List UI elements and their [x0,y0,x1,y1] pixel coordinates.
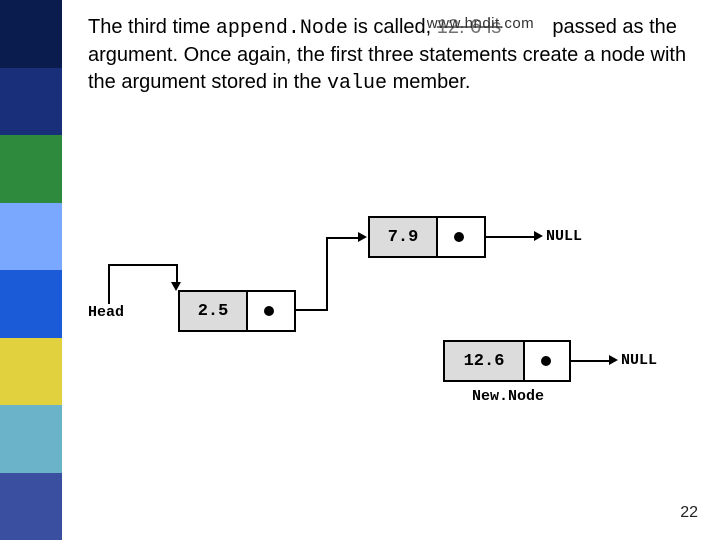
code-text: value [327,72,387,95]
pointer-dot-icon [541,356,551,366]
arrow-line [108,264,110,304]
node-pointer-cell [438,218,480,256]
text-segment: member. [387,71,470,93]
arrow-head-icon [358,232,367,242]
arrow-line [326,237,328,311]
page-number: 22 [680,504,698,522]
arrow-line [108,264,178,266]
text-segment: is called, [348,16,437,38]
arrow-line [571,360,611,362]
sidebar-block [0,0,62,68]
body-paragraph: The third time append.Node is called, 12… [88,14,700,97]
list-node-1: 2.5 [178,290,296,332]
linked-list-diagram: Head 2.5 7.9 NULL 12.6 NULL New.Node [88,200,688,460]
new-node-label: New.Node [472,388,544,405]
text-segment: The third time [88,16,216,38]
arrow-line [486,236,536,238]
node-value: 12.6 [445,342,525,380]
sidebar-block [0,405,62,473]
list-node-2: 7.9 [368,216,486,258]
color-sidebar [0,0,62,540]
sidebar-block [0,473,62,540]
node-pointer-cell [525,342,567,380]
pointer-dot-icon [454,232,464,242]
watermark-text: www.hndit.com [427,14,534,34]
code-text: append.Node [216,17,348,40]
sidebar-block [0,135,62,203]
sidebar-block [0,270,62,338]
sidebar-block [0,68,62,136]
null-label-bottom: NULL [621,352,657,369]
arrow-head-icon [534,231,543,241]
new-node: 12.6 [443,340,571,382]
arrow-line [296,309,328,311]
arrow-line [176,264,178,284]
arrow-line [326,237,360,239]
sidebar-block [0,203,62,271]
node-value: 7.9 [370,218,438,256]
arrow-head-icon [609,355,618,365]
node-value: 2.5 [180,292,248,330]
node-pointer-cell [248,292,290,330]
head-label: Head [88,304,124,321]
pointer-dot-icon [264,306,274,316]
null-label-top: NULL [546,228,582,245]
sidebar-block [0,338,62,406]
